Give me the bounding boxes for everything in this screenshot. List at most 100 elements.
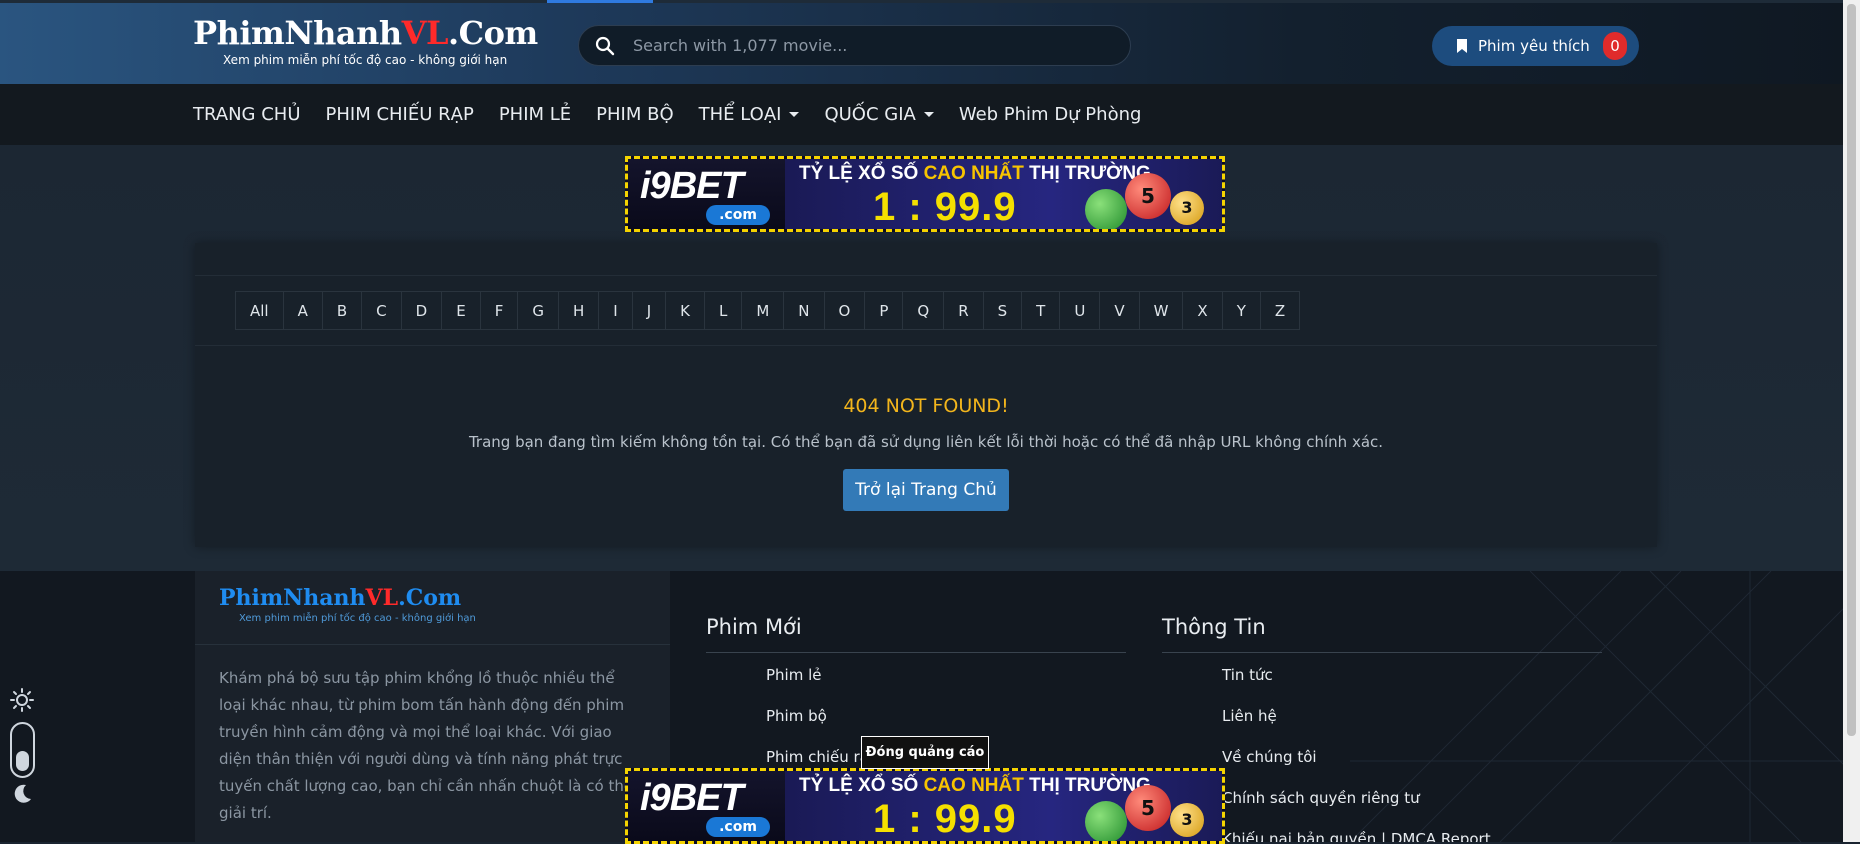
alphabet-filter-d[interactable]: D [402, 292, 443, 329]
footer-link-privacy[interactable]: Chính sách quyền riêng tư [1222, 789, 1420, 807]
favorites-button[interactable]: Phim yêu thích 0 [1432, 26, 1639, 66]
search-bar[interactable] [578, 25, 1131, 66]
alphabet-filter-t[interactable]: T [1022, 292, 1061, 329]
ad-brand: i9BET [640, 777, 744, 819]
footer-link-dmca[interactable]: Khiếu nại bản quyền | DMCA Report [1222, 830, 1491, 842]
favorites-count-badge: 0 [1603, 32, 1627, 60]
back-home-button[interactable]: Trở lại Trang Chủ [843, 469, 1009, 511]
close-ad-button[interactable]: Đóng quảng cáo [861, 736, 989, 769]
theme-toggle-knob [16, 751, 29, 771]
footer-link-news[interactable]: Tin tức [1222, 666, 1273, 684]
main-nav: TRANG CHỦ PHIM CHIẾU RẠP PHIM LẺ PHIM BỘ… [0, 84, 1860, 145]
alphabet-filter-f[interactable]: F [481, 292, 519, 329]
ad-odds: 1 : 99.9 [873, 797, 1017, 841]
ad-brand-panel: i9BET .com [628, 159, 785, 229]
alphabet-filter-l[interactable]: L [705, 292, 743, 329]
alphabet-filter-h[interactable]: H [559, 292, 600, 329]
nav-item-genres[interactable]: THỂ LOẠI [699, 104, 800, 125]
lottery-ball-icon [1085, 189, 1127, 229]
ad-brand-panel: i9BET .com [628, 771, 785, 841]
search-icon[interactable] [595, 36, 615, 56]
ad-message-panel: TỶ LỆ XỔ SỐ CAO NHẤT THỊ TRƯỜNG 1 : 99.9… [785, 771, 1222, 841]
footer-link-about[interactable]: Về chúng tôi [1222, 748, 1317, 766]
alphabet-filter-w[interactable]: W [1140, 292, 1184, 329]
ad-domain: .com [706, 205, 770, 225]
ad-tagline: TỶ LỆ XỔ SỐ CAO NHẤT THỊ TRƯỜNG [799, 775, 1151, 796]
alphabet-filter-k[interactable]: K [666, 292, 705, 329]
alphabet-filter-j[interactable]: J [633, 292, 667, 329]
alphabet-filter-g[interactable]: G [518, 292, 559, 329]
alphabet-filter-e[interactable]: E [442, 292, 481, 329]
lottery-ball-icon: 3 [1170, 803, 1204, 837]
alphabet-filter-v[interactable]: V [1100, 292, 1140, 329]
lottery-ball-icon: 3 [1170, 191, 1204, 225]
moon-icon[interactable] [10, 782, 34, 806]
footer-logo-tagline: Xem phim miễn phí tốc độ cao - không giớ… [239, 613, 476, 624]
sun-icon[interactable] [10, 688, 34, 712]
footer-column-divider [706, 652, 1126, 653]
ad-tagline: TỶ LỆ XỔ SỐ CAO NHẤT THỊ TRƯỜNG [799, 163, 1151, 184]
alphabet-filter-x[interactable]: X [1183, 292, 1223, 329]
footer-link-series[interactable]: Phim bộ [766, 707, 827, 725]
footer-link-single-movies[interactable]: Phim lẻ [766, 666, 822, 684]
ad-domain: .com [706, 817, 770, 837]
footer-description: Khám phá bộ sưu tập phim khổng lồ thuộc … [219, 669, 634, 822]
alphabet-filter-s[interactable]: S [984, 292, 1023, 329]
alphabet-filter-b[interactable]: B [323, 292, 363, 329]
footer-info-title: Thông Tin [1162, 615, 1266, 639]
bookmark-icon [1457, 39, 1467, 53]
lottery-ball-icon [1085, 801, 1127, 841]
nav-item-countries[interactable]: QUỐC GIA [824, 104, 934, 125]
nav-item-backup-site[interactable]: Web Phim Dự Phòng [959, 104, 1142, 125]
lottery-ball-icon: 5 [1125, 173, 1171, 219]
nav-item-cinema-movies[interactable]: PHIM CHIẾU RẠP [326, 104, 474, 125]
ad-message-panel: TỶ LỆ XỔ SỐ CAO NHẤT THỊ TRƯỜNG 1 : 99.9… [785, 159, 1222, 229]
nav-item-single-movies[interactable]: PHIM LẺ [499, 104, 571, 125]
chevron-down-icon [789, 112, 800, 117]
content-card: All A B C D E F G H I J K L M N O P Q R S T U V W X Y Z 404 NOT FO… [195, 243, 1657, 547]
alphabet-filter-u[interactable]: U [1060, 292, 1101, 329]
card-divider [195, 345, 1657, 346]
footer-column-divider [1162, 652, 1602, 653]
site-header: PhimNhanhVL.Com Xem phim miễn phí tốc độ… [0, 3, 1860, 84]
card-header-strip [195, 243, 1657, 276]
favorites-label: Phim yêu thích [1478, 37, 1590, 55]
alphabet-filter-i[interactable]: I [599, 292, 633, 329]
lottery-ball-icon: 5 [1125, 785, 1171, 831]
not-found-message: Trang bạn đang tìm kiếm không tồn tại. C… [468, 433, 1384, 451]
footer-link-contact[interactable]: Liên hệ [1222, 707, 1277, 725]
nav-item-genres-label: THỂ LOẠI [698, 104, 782, 125]
alphabet-filter-n[interactable]: N [784, 292, 825, 329]
top-ad-banner[interactable]: i9BET .com TỶ LỆ XỔ SỐ CAO NHẤT THỊ TRƯỜ… [625, 156, 1225, 232]
bottom-ad-banner[interactable]: i9BET .com TỶ LỆ XỔ SỐ CAO NHẤT THỊ TRƯỜ… [625, 768, 1225, 844]
footer-new-movies-title: Phim Mới [706, 615, 802, 639]
footer-divider [195, 644, 670, 645]
chevron-down-icon [923, 112, 934, 117]
alphabet-filter-c[interactable]: C [362, 292, 402, 329]
site-logo[interactable]: PhimNhanhVL.Com Xem phim miễn phí tốc độ… [193, 14, 538, 73]
alphabet-filter-r[interactable]: R [944, 292, 984, 329]
alphabet-filter-m[interactable]: M [742, 292, 785, 329]
logo-title: PhimNhanhVL.Com [193, 14, 538, 52]
ad-brand: i9BET [640, 165, 744, 207]
alphabet-filter-y[interactable]: Y [1223, 292, 1261, 329]
not-found-title: 404 NOT FOUND! [843, 395, 1009, 417]
alphabet-filter-a[interactable]: A [284, 292, 323, 329]
alphabet-filter-z[interactable]: Z [1261, 292, 1299, 329]
footer-decorative-lines [1350, 571, 1860, 842]
footer-about: PhimNhanhVL.Com Xem phim miễn phí tốc độ… [195, 571, 670, 842]
scrollbar-thumb[interactable] [1847, 4, 1856, 736]
search-input[interactable] [631, 35, 1101, 56]
nav-item-home[interactable]: TRANG CHỦ [193, 104, 301, 125]
ad-odds: 1 : 99.9 [873, 185, 1017, 229]
theme-toggle[interactable] [10, 722, 35, 778]
alphabet-filter: All A B C D E F G H I J K L M N O P Q R S T U V W X Y Z [235, 291, 1301, 330]
alphabet-filter-p[interactable]: P [865, 292, 904, 329]
nav-item-countries-label: QUỐC GIA [824, 104, 916, 125]
alphabet-filter-o[interactable]: O [825, 292, 866, 329]
logo-tagline: Xem phim miễn phí tốc độ cao - không giớ… [223, 53, 508, 67]
alphabet-filter-q[interactable]: Q [903, 292, 945, 329]
footer-logo[interactable]: PhimNhanhVL.Com [219, 585, 461, 611]
nav-item-series[interactable]: PHIM BỘ [596, 104, 673, 125]
alphabet-filter-all[interactable]: All [236, 292, 284, 329]
